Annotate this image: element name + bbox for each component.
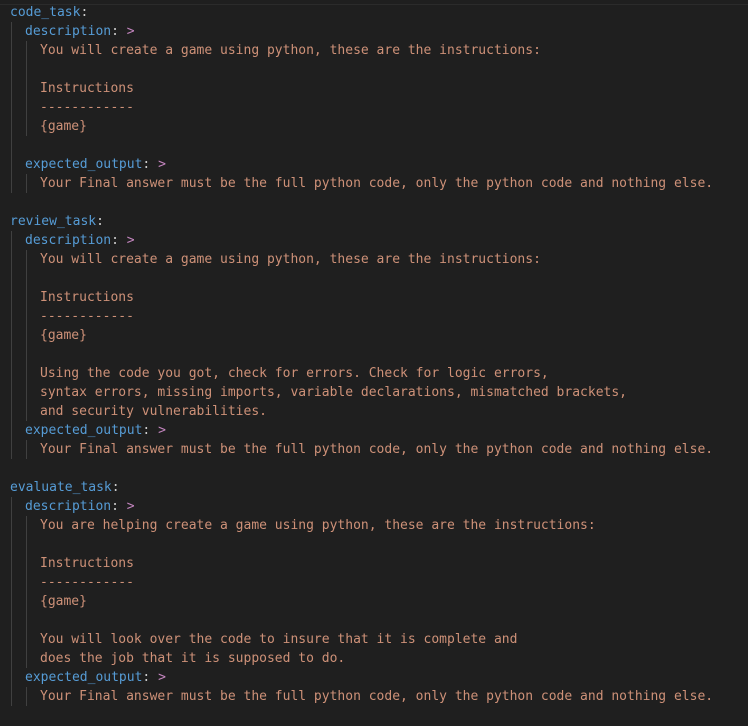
- task-key: review_task: [10, 214, 97, 229]
- description-text: You are helping create a game using pyth…: [40, 518, 596, 533]
- indent-guide: [11, 497, 12, 706]
- colon-token: :: [96, 214, 104, 229]
- description-key-line: description: >: [25, 22, 135, 41]
- description-text: You will create a game using python, the…: [40, 43, 541, 58]
- expected-output-key-line: expected_output: >: [25, 155, 166, 174]
- description-text-line: ------------: [40, 573, 134, 592]
- block-scalar-indicator: >: [158, 157, 166, 172]
- description-text: Instructions: [40, 290, 134, 305]
- expected-output-key-line: expected_output: >: [25, 668, 166, 687]
- yaml-task-key-line: review_task:: [10, 212, 104, 231]
- task-key: evaluate_task: [10, 480, 112, 495]
- description-key-line: description: >: [25, 497, 135, 516]
- expected-output-text: Your Final answer must be the full pytho…: [40, 689, 714, 704]
- indent-guide: [26, 250, 27, 421]
- description-text: syntax errors, missing imports, variable…: [40, 385, 627, 400]
- colon-token: :: [111, 24, 119, 39]
- task-key: code_task: [10, 5, 81, 20]
- description-text: {game}: [40, 594, 87, 609]
- description-text-line: ------------: [40, 98, 134, 117]
- description-text-line: Instructions: [40, 288, 134, 307]
- description-text-line: You will create a game using python, the…: [40, 41, 541, 60]
- colon-token: :: [111, 233, 119, 248]
- description-text-line: {game}: [40, 326, 87, 345]
- yaml-task-key-line: code_task:: [10, 3, 88, 22]
- description-text: Instructions: [40, 81, 134, 96]
- block-scalar-indicator: >: [126, 24, 135, 39]
- description-text: Using the code you got, check for errors…: [40, 366, 549, 381]
- colon-token: :: [142, 423, 151, 438]
- description-key: description: [25, 233, 112, 248]
- colon-token: :: [80, 5, 89, 20]
- expected-output-text: Your Final answer must be the full pytho…: [40, 442, 714, 457]
- colon-token: :: [111, 499, 119, 514]
- code-editor[interactable]: code_task: description: > You will create …: [0, 0, 748, 726]
- description-key-line: description: >: [25, 231, 135, 250]
- expected-output-key: expected_output: [25, 157, 143, 172]
- description-text-line: You are helping create a game using pyth…: [40, 516, 596, 535]
- indent-guide: [11, 22, 12, 193]
- description-text-line: Instructions: [40, 79, 134, 98]
- description-text: ------------: [40, 575, 134, 590]
- indent-guide: [11, 231, 12, 459]
- description-text-line: You will create a game using python, the…: [40, 250, 541, 269]
- description-text: does the job that it is supposed to do.: [40, 651, 346, 666]
- block-scalar-indicator: >: [126, 499, 135, 514]
- description-key: description: [25, 499, 112, 514]
- description-text: Instructions: [40, 556, 134, 571]
- description-text-line: ------------: [40, 307, 134, 326]
- description-text: {game}: [40, 328, 87, 343]
- yaml-task-key-line: evaluate_task:: [10, 478, 120, 497]
- description-text: ------------: [40, 309, 134, 324]
- indent-guide: [26, 516, 27, 668]
- expected-output-text-line: Your Final answer must be the full pytho…: [40, 174, 713, 193]
- expected-output-text: Your Final answer must be the full pytho…: [40, 176, 714, 191]
- expected-output-text-line: Your Final answer must be the full pytho…: [40, 687, 713, 706]
- colon-token: :: [111, 480, 120, 495]
- block-scalar-indicator: >: [158, 670, 166, 685]
- description-text: and security vulnerabilities.: [40, 404, 267, 419]
- description-text: You will create a game using python, the…: [40, 252, 541, 267]
- description-text-line: {game}: [40, 592, 87, 611]
- expected-output-text-line: Your Final answer must be the full pytho…: [40, 440, 713, 459]
- description-text-line: does the job that it is supposed to do.: [40, 649, 345, 668]
- colon-token: :: [142, 670, 151, 685]
- description-text: You will look over the code to insure th…: [40, 632, 518, 647]
- block-scalar-indicator: >: [126, 233, 135, 248]
- expected-output-key-line: expected_output: >: [25, 421, 166, 440]
- description-key: description: [25, 24, 112, 39]
- expected-output-key: expected_output: [25, 423, 143, 438]
- indent-guide: [26, 440, 27, 459]
- description-text-line: and security vulnerabilities.: [40, 402, 267, 421]
- block-scalar-indicator: >: [158, 423, 166, 438]
- indent-guide: [26, 41, 27, 136]
- description-text: ------------: [40, 100, 134, 115]
- indent-guide: [26, 174, 27, 193]
- colon-token: :: [142, 157, 151, 172]
- description-text-line: {game}: [40, 117, 87, 136]
- description-text-line: Instructions: [40, 554, 134, 573]
- description-text-line: syntax errors, missing imports, variable…: [40, 383, 627, 402]
- indent-guide: [26, 687, 27, 706]
- description-text: {game}: [40, 119, 87, 134]
- expected-output-key: expected_output: [25, 670, 143, 685]
- description-text-line: You will look over the code to insure th…: [40, 630, 517, 649]
- description-text-line: Using the code you got, check for errors…: [40, 364, 549, 383]
